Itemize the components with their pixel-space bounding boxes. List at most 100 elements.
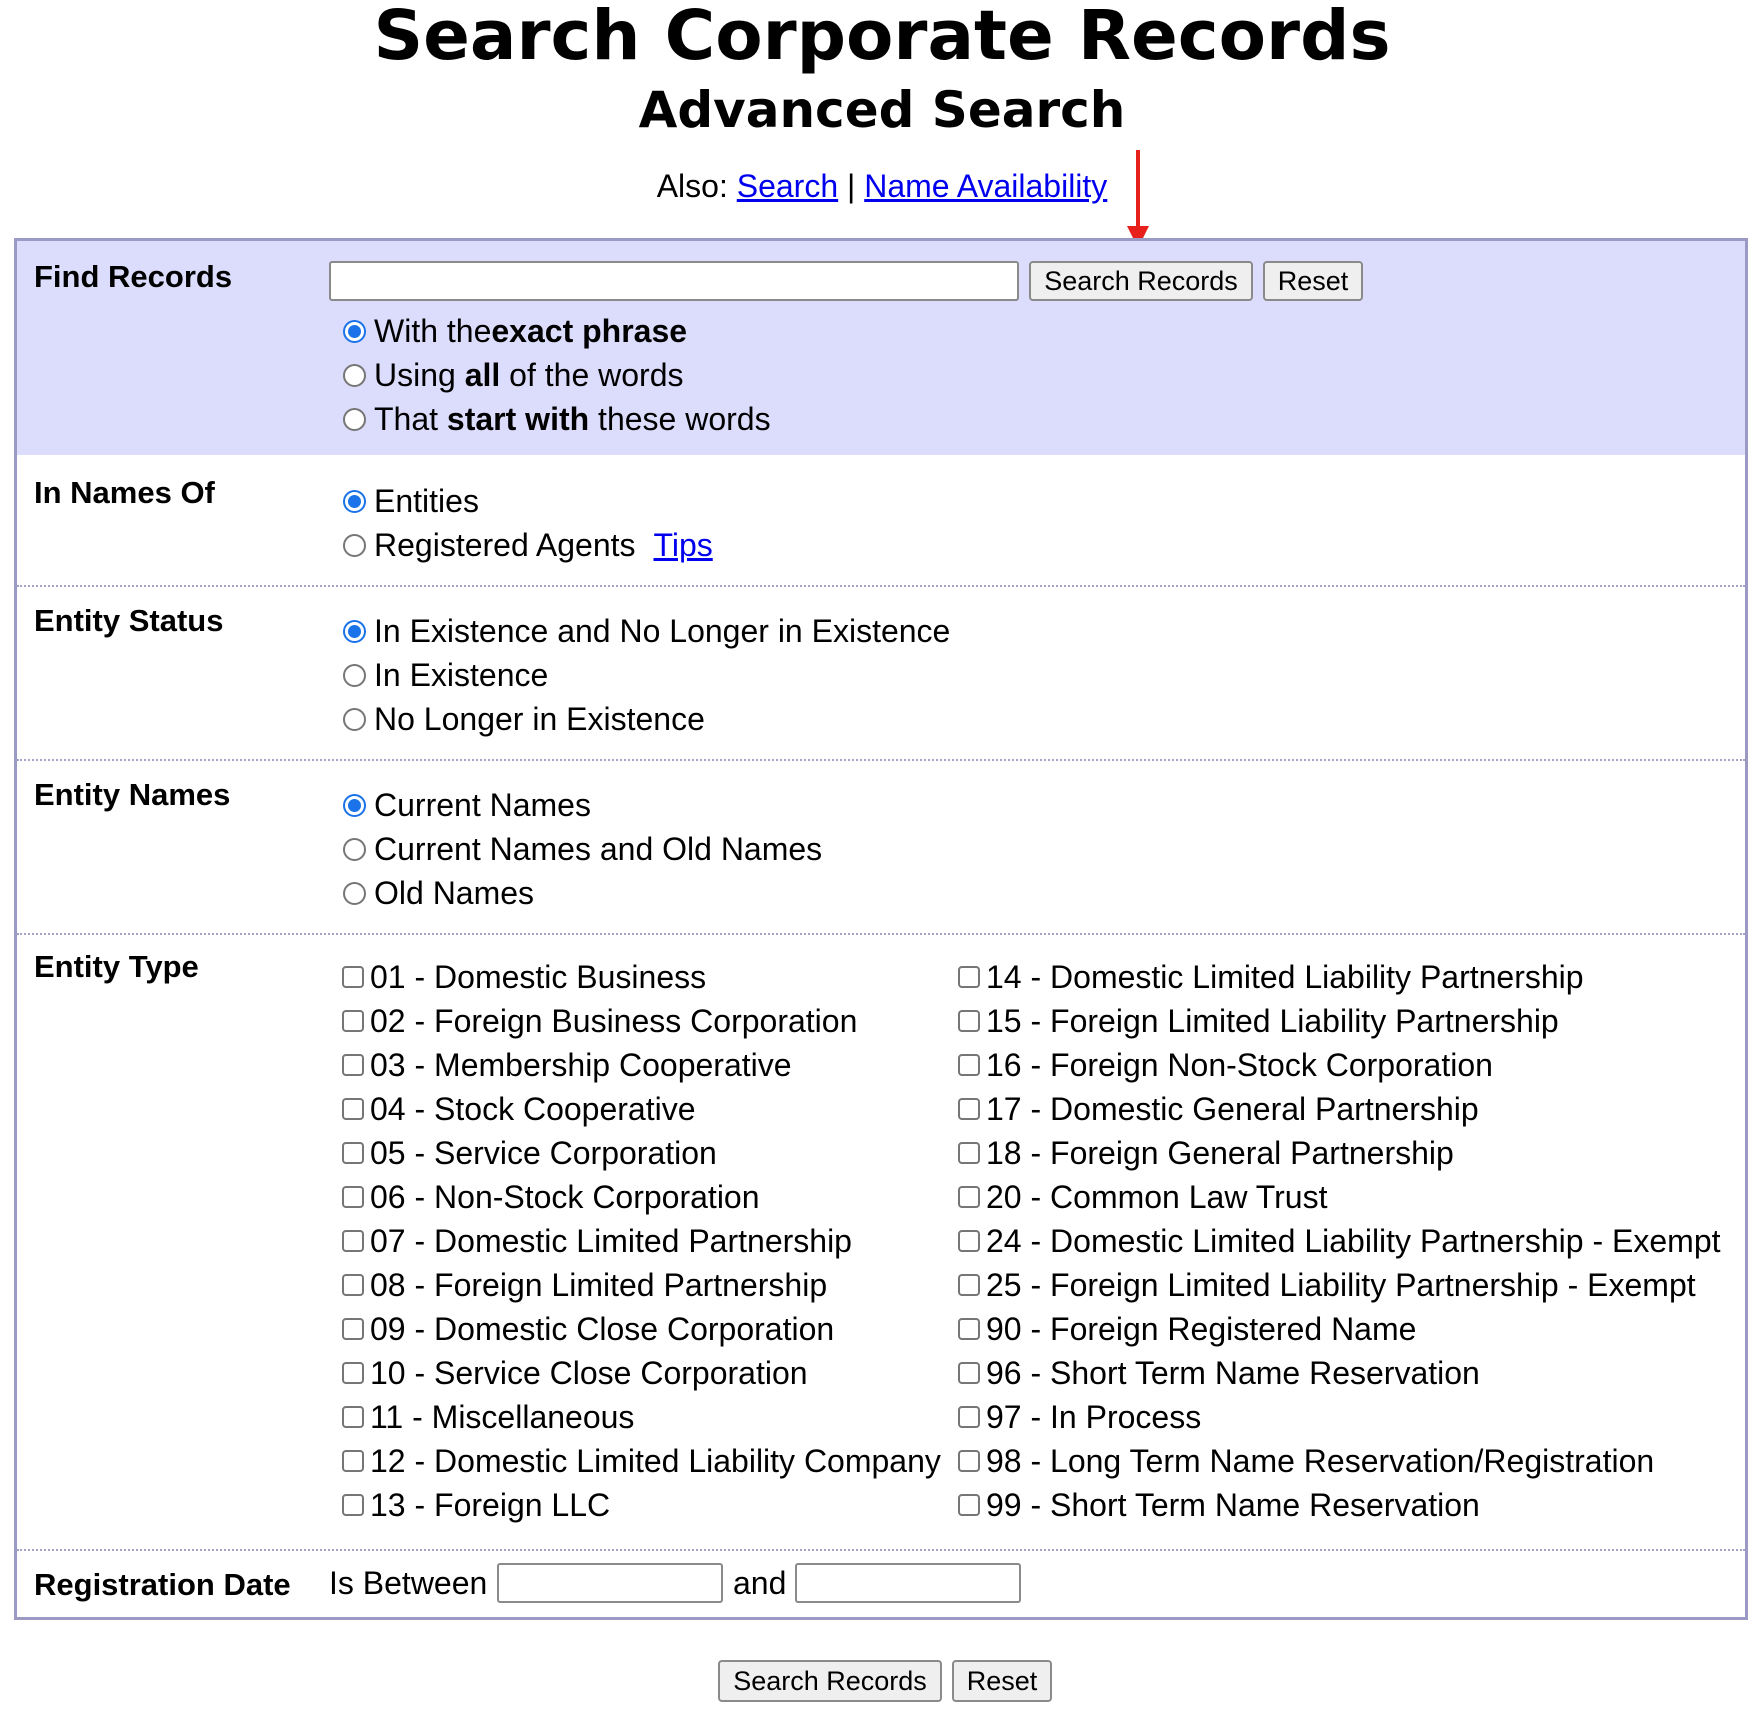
option-current-and-old-names[interactable]: Current Names and Old Names bbox=[343, 829, 822, 869]
option-current-names[interactable]: Current Names bbox=[343, 785, 591, 825]
entity-type-18[interactable]: 18 - Foreign General Partnership bbox=[958, 1133, 1454, 1173]
radio-current-names[interactable] bbox=[343, 793, 366, 817]
entity-type-01[interactable]: 01 - Domestic Business bbox=[342, 957, 706, 997]
checkbox-05[interactable] bbox=[342, 1142, 364, 1164]
registration-date-section: Registration Date Is Between and bbox=[17, 1549, 1745, 1619]
entity-type-97[interactable]: 97 - In Process bbox=[958, 1397, 1201, 1437]
also-prefix: Also: bbox=[656, 168, 728, 204]
checkbox-24[interactable] bbox=[958, 1230, 980, 1252]
search-records-button[interactable]: Search Records bbox=[1029, 261, 1253, 301]
checkbox-98[interactable] bbox=[958, 1450, 980, 1472]
footer-reset-button[interactable]: Reset bbox=[952, 1660, 1052, 1702]
option-status-in-existence[interactable]: In Existence bbox=[343, 655, 548, 695]
red-arrow-icon bbox=[1127, 150, 1149, 248]
entity-type-24[interactable]: 24 - Domestic Limited Liability Partners… bbox=[958, 1221, 1721, 1261]
entity-type-16[interactable]: 16 - Foreign Non-Stock Corporation bbox=[958, 1045, 1493, 1085]
checkbox-96[interactable] bbox=[958, 1362, 980, 1384]
entity-names-label: Entity Names bbox=[34, 777, 231, 812]
find-records-input[interactable] bbox=[329, 261, 1019, 301]
checkbox-03[interactable] bbox=[342, 1054, 364, 1076]
radio-status-no-longer[interactable] bbox=[343, 707, 366, 731]
option-status-all[interactable]: In Existence and No Longer in Existence bbox=[343, 611, 950, 651]
entity-type-section: Entity Type 01 - Domestic Business 02 - … bbox=[17, 933, 1745, 1551]
radio-exact-phrase[interactable] bbox=[343, 319, 366, 343]
radio-old-names[interactable] bbox=[343, 881, 366, 905]
checkbox-18[interactable] bbox=[958, 1142, 980, 1164]
radio-registered-agents[interactable] bbox=[343, 533, 366, 557]
option-status-no-longer[interactable]: No Longer in Existence bbox=[343, 699, 705, 739]
entity-type-98[interactable]: 98 - Long Term Name Reservation/Registra… bbox=[958, 1441, 1654, 1481]
advanced-search-panel: Find Records Search Records Reset With t… bbox=[14, 238, 1748, 1620]
radio-all-words[interactable] bbox=[343, 363, 366, 387]
radio-current-and-old-names[interactable] bbox=[343, 837, 366, 861]
entity-type-08[interactable]: 08 - Foreign Limited Partnership bbox=[342, 1265, 827, 1305]
option-registered-agents[interactable]: Registered Agents Tips bbox=[343, 525, 713, 565]
entity-names-section: Entity Names Current Names Current Names… bbox=[17, 759, 1745, 935]
entity-type-05[interactable]: 05 - Service Corporation bbox=[342, 1133, 717, 1173]
checkbox-04[interactable] bbox=[342, 1098, 364, 1120]
checkbox-06[interactable] bbox=[342, 1186, 364, 1208]
checkbox-09[interactable] bbox=[342, 1318, 364, 1340]
find-records-label: Find Records bbox=[34, 259, 233, 294]
checkbox-20[interactable] bbox=[958, 1186, 980, 1208]
entity-type-12[interactable]: 12 - Domestic Limited Liability Company bbox=[342, 1441, 941, 1481]
entity-type-15[interactable]: 15 - Foreign Limited Liability Partnersh… bbox=[958, 1001, 1559, 1041]
entity-type-09[interactable]: 09 - Domestic Close Corporation bbox=[342, 1309, 834, 1349]
page-subtitle: Advanced Search bbox=[638, 81, 1126, 139]
entity-type-96[interactable]: 96 - Short Term Name Reservation bbox=[958, 1353, 1480, 1393]
checkbox-99[interactable] bbox=[958, 1494, 980, 1516]
entity-type-99[interactable]: 99 - Short Term Name Reservation bbox=[958, 1485, 1480, 1525]
entity-status-section: Entity Status In Existence and No Longer… bbox=[17, 585, 1745, 761]
entity-type-06[interactable]: 06 - Non-Stock Corporation bbox=[342, 1177, 760, 1217]
entity-type-90[interactable]: 90 - Foreign Registered Name bbox=[958, 1309, 1416, 1349]
tips-link[interactable]: Tips bbox=[654, 525, 713, 565]
is-between-text: Is Between bbox=[329, 1565, 488, 1601]
date-to-input[interactable] bbox=[795, 1563, 1021, 1603]
also-links: Also: Search | Name Availability bbox=[0, 166, 1764, 206]
entity-type-13[interactable]: 13 - Foreign LLC bbox=[342, 1485, 610, 1525]
find-records-section: Find Records Search Records Reset With t… bbox=[17, 241, 1745, 455]
entity-type-04[interactable]: 04 - Stock Cooperative bbox=[342, 1089, 696, 1129]
entity-type-10[interactable]: 10 - Service Close Corporation bbox=[342, 1353, 808, 1393]
entity-type-25[interactable]: 25 - Foreign Limited Liability Partnersh… bbox=[958, 1265, 1696, 1305]
checkbox-08[interactable] bbox=[342, 1274, 364, 1296]
entity-type-07[interactable]: 07 - Domestic Limited Partnership bbox=[342, 1221, 852, 1261]
checkbox-25[interactable] bbox=[958, 1274, 980, 1296]
checkbox-14[interactable] bbox=[958, 966, 980, 988]
radio-status-all[interactable] bbox=[343, 619, 366, 643]
page-title: Search Corporate Records bbox=[373, 0, 1391, 76]
checkbox-10[interactable] bbox=[342, 1362, 364, 1384]
radio-start-with[interactable] bbox=[343, 407, 366, 431]
checkbox-16[interactable] bbox=[958, 1054, 980, 1076]
checkbox-07[interactable] bbox=[342, 1230, 364, 1252]
checkbox-17[interactable] bbox=[958, 1098, 980, 1120]
radio-entities[interactable] bbox=[343, 489, 366, 513]
entity-type-20[interactable]: 20 - Common Law Trust bbox=[958, 1177, 1327, 1217]
entity-type-11[interactable]: 11 - Miscellaneous bbox=[342, 1397, 634, 1437]
option-all-words[interactable]: Using all of the words bbox=[343, 355, 683, 395]
date-from-input[interactable] bbox=[497, 1563, 723, 1603]
checkbox-02[interactable] bbox=[342, 1010, 364, 1032]
registration-date-label: Registration Date bbox=[34, 1567, 291, 1602]
checkbox-15[interactable] bbox=[958, 1010, 980, 1032]
entity-type-17[interactable]: 17 - Domestic General Partnership bbox=[958, 1089, 1479, 1129]
entity-type-02[interactable]: 02 - Foreign Business Corporation bbox=[342, 1001, 857, 1041]
option-old-names[interactable]: Old Names bbox=[343, 873, 534, 913]
checkbox-12[interactable] bbox=[342, 1450, 364, 1472]
checkbox-90[interactable] bbox=[958, 1318, 980, 1340]
entity-type-03[interactable]: 03 - Membership Cooperative bbox=[342, 1045, 792, 1085]
checkbox-11[interactable] bbox=[342, 1406, 364, 1428]
option-start-with[interactable]: That start with these words bbox=[343, 399, 771, 439]
entity-type-14[interactable]: 14 - Domestic Limited Liability Partners… bbox=[958, 957, 1584, 997]
name-availability-link[interactable]: Name Availability bbox=[864, 168, 1107, 204]
checkbox-01[interactable] bbox=[342, 966, 364, 988]
option-exact-phrase[interactable]: With the exact phrase bbox=[343, 311, 687, 351]
footer-search-records-button[interactable]: Search Records bbox=[718, 1660, 942, 1702]
entity-status-label: Entity Status bbox=[34, 603, 224, 638]
option-entities[interactable]: Entities bbox=[343, 481, 479, 521]
checkbox-97[interactable] bbox=[958, 1406, 980, 1428]
search-link[interactable]: Search bbox=[737, 168, 838, 204]
reset-button[interactable]: Reset bbox=[1263, 261, 1363, 301]
checkbox-13[interactable] bbox=[342, 1494, 364, 1516]
radio-status-in-existence[interactable] bbox=[343, 663, 366, 687]
